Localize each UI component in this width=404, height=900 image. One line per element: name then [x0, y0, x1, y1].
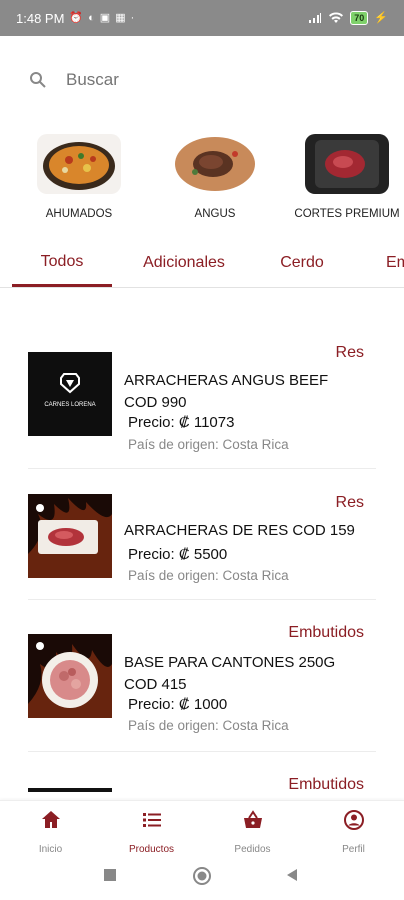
nav-perfil[interactable]: Perfil — [303, 809, 404, 855]
category-image — [37, 134, 121, 194]
nav-inicio[interactable]: Inicio — [0, 809, 101, 855]
search-input[interactable] — [66, 70, 346, 90]
nav-label: Inicio — [38, 844, 63, 855]
tab-todos[interactable]: Todos — [12, 240, 112, 287]
tab-embutidos[interactable]: Em — [368, 240, 404, 286]
system-navigation-bar — [0, 856, 404, 900]
nav-label: Perfil — [342, 844, 365, 855]
search-bar[interactable] — [28, 60, 384, 100]
recent-apps-icon[interactable] — [103, 868, 117, 882]
product-origin: País de origen: Costa Rica — [128, 568, 289, 583]
nav-productos[interactable]: Productos — [101, 809, 202, 855]
category-image — [173, 134, 257, 194]
category-label: AHUMADOS — [45, 208, 113, 220]
back-icon[interactable] — [285, 868, 299, 882]
product-image: CARNES LORENA — [28, 352, 112, 436]
product-name: ARRACHERAS ANGUS BEEF COD 990 — [124, 372, 329, 411]
status-bar: 1:48 PM ⏰ ◐ ▣ ▦ · 70 ⚡ — [0, 0, 404, 36]
signal-icon — [309, 13, 322, 23]
product-name: ARRACHERAS DE RES COD 159 — [124, 522, 355, 539]
status-time: 1:48 PM — [16, 10, 65, 26]
more-notifications-icon: · — [130, 11, 135, 24]
product-card[interactable]: Embutidos BASE PARA CANTONES 250G COD 41… — [0, 600, 404, 752]
product-price: Precio: ₡ 1000 — [128, 696, 228, 713]
category-carousel[interactable]: AHUMADOS ANGUS CORTES PREMIUM — [0, 130, 404, 226]
qr-notification-icon: ▦ — [115, 11, 126, 24]
product-origin: País de origen: Costa Rica — [128, 718, 289, 733]
tab-adicionales[interactable]: Adicionales — [128, 240, 240, 286]
home-button-icon[interactable] — [192, 866, 212, 886]
nav-label: Pedidos — [234, 844, 271, 855]
category-label: CORTES PREMIUM — [294, 208, 400, 220]
app-notification-icon: ◐ — [88, 11, 95, 24]
product-image — [28, 634, 112, 718]
product-category: Res — [335, 494, 364, 511]
home-icon — [41, 811, 60, 828]
list-icon — [142, 813, 161, 827]
bottom-navigation: Inicio Productos Pedidos Perfil — [0, 800, 404, 856]
product-price: Precio: ₡ 11073 — [128, 414, 235, 431]
product-category: Embutidos — [288, 624, 364, 641]
charging-icon: ⚡ — [374, 11, 388, 24]
category-angus[interactable]: ANGUS — [150, 130, 280, 220]
product-category: Res — [335, 344, 364, 361]
product-logo-text: CARNES LORENA — [44, 402, 95, 408]
nav-pedidos[interactable]: Pedidos — [202, 809, 303, 855]
product-image — [28, 494, 112, 578]
product-name: BASE PARA CANTONES 250G COD 415 — [124, 654, 336, 693]
category-cortes-premium[interactable]: CORTES PREMIUM — [282, 130, 404, 220]
product-price: Precio: ₡ 5500 — [128, 546, 228, 563]
category-label: ANGUS — [194, 208, 236, 220]
product-divider — [28, 468, 376, 469]
wifi-icon — [329, 12, 344, 23]
product-origin: País de origen: Costa Rica — [128, 437, 289, 452]
search-icon — [30, 72, 46, 88]
category-tabs[interactable]: Todos Adicionales Cerdo Em — [0, 240, 404, 288]
gallery-notification-icon: ▣ — [99, 11, 111, 24]
category-image — [305, 134, 389, 194]
product-category: Embutidos — [288, 776, 364, 793]
battery-icon: 70 — [350, 11, 369, 25]
alarm-icon: ⏰ — [69, 11, 84, 24]
product-card[interactable]: Res ARRACHERAS DE RES COD 159 Precio: ₡ … — [0, 470, 404, 600]
profile-icon — [343, 810, 364, 830]
nav-label: Productos — [128, 844, 175, 855]
category-ahumados[interactable]: AHUMADOS — [14, 130, 144, 220]
product-card[interactable]: Res CARNES LORENA ARRACHERAS ANGUS BEEF … — [0, 330, 404, 470]
product-image — [28, 788, 112, 792]
tab-cerdo[interactable]: Cerdo — [264, 240, 340, 286]
basket-icon — [243, 810, 262, 828]
